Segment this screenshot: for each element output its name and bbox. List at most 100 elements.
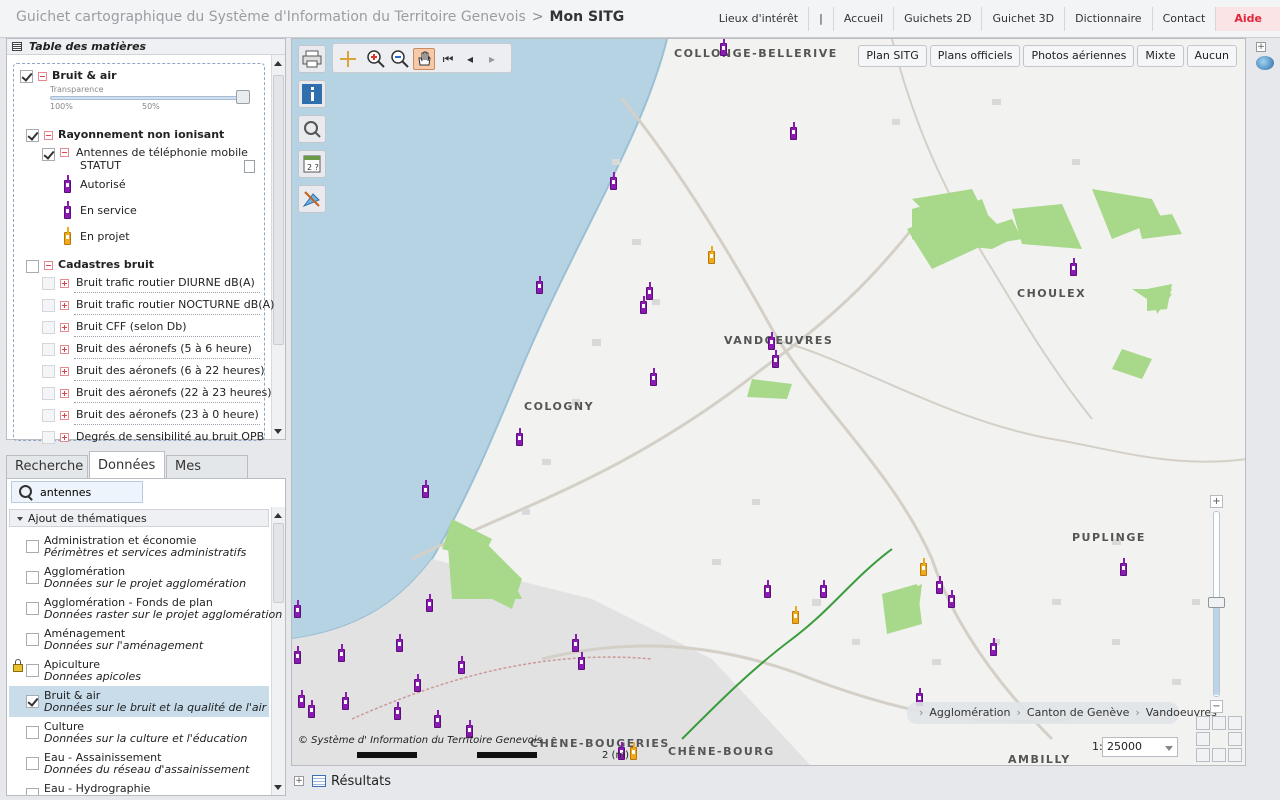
- layer-checkbox[interactable]: [42, 299, 55, 312]
- nav-lieux-interet[interactable]: Lieux d'intérêt: [708, 7, 809, 31]
- zoom-in-tool-icon[interactable]: [365, 48, 387, 70]
- layer-checkbox-bruit-air[interactable]: [20, 70, 33, 83]
- previous-extent-icon[interactable]: ◂: [459, 48, 481, 70]
- nav-aide[interactable]: Aide: [1215, 7, 1280, 31]
- toc-scrollbar[interactable]: [271, 55, 285, 439]
- theme-checkbox[interactable]: [26, 571, 39, 584]
- expand-icon[interactable]: [60, 367, 69, 376]
- info-icon[interactable]: [298, 80, 326, 108]
- map-viewer[interactable]: COLLONGE-BELLERIVE CHOULEX VANDOEUVRES C…: [291, 38, 1246, 766]
- antenna-marker-icon[interactable]: [578, 652, 585, 670]
- collapse-icon[interactable]: [38, 72, 47, 81]
- app-title[interactable]: Guichet cartographique du Système d'Info…: [16, 9, 526, 25]
- tab-mes-cartes[interactable]: Mes cartes: [166, 455, 248, 496]
- base-layer-mixte[interactable]: Mixte: [1137, 45, 1184, 67]
- antenna-marker-icon[interactable]: [536, 276, 543, 294]
- scroll-down-arrow-icon[interactable]: [274, 429, 282, 434]
- antenna-marker-icon[interactable]: [630, 742, 637, 760]
- layer-checkbox[interactable]: [42, 321, 55, 334]
- metadata-document-icon[interactable]: [244, 160, 255, 173]
- pan-south-icon[interactable]: [1212, 748, 1226, 762]
- base-layer-plans-officiels[interactable]: Plans officiels: [929, 45, 1021, 67]
- theme-item[interactable]: Eau - Hydrographie: [9, 779, 269, 795]
- antenna-marker-icon[interactable]: [610, 172, 617, 190]
- antenna-marker-icon[interactable]: [1070, 258, 1077, 276]
- theme-item[interactable]: Aménagement Données sur l'aménagement: [9, 624, 269, 655]
- search-icon[interactable]: [16, 484, 36, 502]
- antenna-marker-icon[interactable]: [646, 282, 653, 300]
- expand-icon[interactable]: [60, 279, 69, 288]
- antenna-marker-icon[interactable]: [990, 638, 997, 656]
- transparency-slider-handle[interactable]: [236, 90, 250, 104]
- base-layer-aucun[interactable]: Aucun: [1186, 45, 1237, 67]
- calculator-help-icon[interactable]: 2 ?: [298, 150, 326, 178]
- expand-icon[interactable]: [60, 411, 69, 420]
- theme-checkbox[interactable]: [26, 726, 39, 739]
- layer-checkbox-antennes[interactable]: [42, 148, 55, 161]
- antenna-marker-icon[interactable]: [640, 296, 647, 314]
- theme-checkbox[interactable]: [26, 664, 39, 677]
- map-canvas[interactable]: [292, 39, 1246, 766]
- antenna-marker-icon[interactable]: [294, 646, 301, 664]
- antenna-marker-icon[interactable]: [768, 332, 775, 350]
- nav-dictionnaire[interactable]: Dictionnaire: [1064, 7, 1152, 31]
- antenna-marker-icon[interactable]: [920, 558, 927, 576]
- expand-icon[interactable]: [60, 345, 69, 354]
- section-header[interactable]: Ajout de thématiques: [9, 509, 269, 527]
- antenna-marker-icon[interactable]: [720, 39, 727, 56]
- pan-north-icon[interactable]: [1212, 716, 1226, 730]
- expand-icon[interactable]: [60, 301, 69, 310]
- antenna-marker-icon[interactable]: [792, 606, 799, 624]
- theme-item-selected[interactable]: Bruit & air Données sur le bruit et la q…: [9, 686, 269, 717]
- breadcrumb-item[interactable]: Canton de Genève: [1027, 706, 1129, 719]
- zoom-search-icon[interactable]: [298, 115, 326, 143]
- collapse-icon[interactable]: [60, 148, 69, 157]
- expand-results-icon[interactable]: +: [294, 776, 304, 786]
- antenna-marker-icon[interactable]: [516, 428, 523, 446]
- scroll-up-arrow-icon[interactable]: [274, 61, 282, 66]
- pan-northeast-icon[interactable]: [1228, 716, 1242, 730]
- expand-icon[interactable]: [60, 323, 69, 332]
- theme-checkbox[interactable]: [26, 540, 39, 553]
- antenna-marker-icon[interactable]: [948, 590, 955, 608]
- antenna-marker-icon[interactable]: [426, 594, 433, 612]
- draw-tools-icon[interactable]: [298, 185, 326, 213]
- scroll-thumb[interactable]: [273, 523, 284, 603]
- antenna-marker-icon[interactable]: [572, 634, 579, 652]
- antenna-marker-icon[interactable]: [458, 656, 465, 674]
- breadcrumb-item[interactable]: Agglomération: [929, 706, 1010, 719]
- pan-east-icon[interactable]: [1228, 732, 1242, 746]
- layer-checkbox[interactable]: [42, 365, 55, 378]
- antenna-marker-icon[interactable]: [434, 710, 441, 728]
- zoom-handle[interactable]: [1208, 597, 1225, 609]
- pan-southeast-icon[interactable]: [1228, 748, 1242, 762]
- globe-icon[interactable]: [1256, 56, 1274, 70]
- antenna-marker-icon[interactable]: [338, 644, 345, 662]
- antenna-marker-icon[interactable]: [422, 480, 429, 498]
- base-layer-photos-aeriennes[interactable]: Photos aériennes: [1023, 45, 1135, 67]
- antenna-marker-icon[interactable]: [820, 580, 827, 598]
- layer-checkbox[interactable]: [42, 431, 55, 444]
- theme-checkbox[interactable]: [26, 695, 39, 708]
- coordinates-icon[interactable]: [337, 48, 359, 70]
- zoom-in-icon[interactable]: +: [1210, 495, 1223, 508]
- zoom-out-tool-icon[interactable]: [389, 48, 411, 70]
- theme-checkbox[interactable]: [26, 633, 39, 646]
- tab-donnees[interactable]: Données: [89, 451, 165, 479]
- scale-select[interactable]: 25000: [1102, 737, 1178, 757]
- antenna-marker-icon[interactable]: [708, 246, 715, 264]
- antenna-marker-icon[interactable]: [790, 122, 797, 140]
- nav-accueil[interactable]: Accueil: [832, 7, 894, 31]
- antenna-marker-icon[interactable]: [936, 576, 943, 594]
- first-extent-icon[interactable]: ⏮: [437, 48, 459, 70]
- next-extent-icon[interactable]: ▸: [481, 48, 503, 70]
- antenna-marker-icon[interactable]: [1120, 558, 1127, 576]
- theme-checkbox[interactable]: [26, 602, 39, 615]
- pan-west-icon[interactable]: [1196, 732, 1210, 746]
- layer-checkbox-cadastres[interactable]: [26, 260, 39, 273]
- scroll-down-arrow-icon[interactable]: [274, 785, 282, 790]
- antenna-marker-icon[interactable]: [308, 700, 315, 718]
- transparency-slider[interactable]: [50, 96, 242, 100]
- antenna-marker-icon[interactable]: [772, 350, 779, 368]
- zoom-out-icon[interactable]: −: [1210, 700, 1223, 713]
